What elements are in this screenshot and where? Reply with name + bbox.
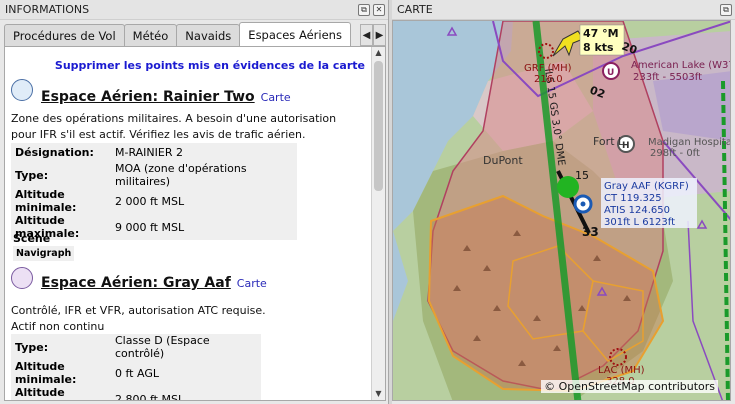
table-row: Altitude maximale: 9 000 ft MSL	[11, 214, 297, 240]
aircraft-heading: 47 °M	[583, 27, 619, 40]
table-row: Type: Classe D (Espace contrôlé)	[11, 334, 261, 360]
row-key: Altitude maximale:	[11, 386, 111, 400]
lac-label: LAC (MH)	[598, 365, 645, 376]
grf-elev: 216.0	[534, 74, 563, 85]
table-row: Désignation: M-RAINIER 2	[11, 143, 297, 162]
scene-value: Navigraph	[13, 246, 75, 261]
vertical-scrollbar[interactable]: ▲ ▼	[371, 47, 385, 400]
grf-label: GRF (MH)	[524, 63, 572, 74]
scene-label: Scène	[13, 232, 51, 245]
row-value: 0 ft AGL	[111, 360, 261, 386]
dupont-label: DuPont	[483, 154, 523, 167]
airspace-map-link[interactable]: Carte	[261, 91, 291, 104]
airspace-circle-icon	[11, 267, 33, 289]
madigan-name: Madigan Hospital (	[648, 137, 731, 148]
table-row: Altitude minimale: 0 ft AGL	[11, 360, 261, 386]
row-value: 2 000 ft MSL	[111, 188, 297, 214]
runway-33-label: 33	[582, 225, 599, 239]
float-panel-button[interactable]: ⧉	[358, 3, 370, 16]
informations-panel: INFORMATIONS ⧉ ✕ Procédures de Vol Météo…	[0, 0, 389, 404]
madigan-info: 298ft - 0ft	[650, 148, 700, 159]
runway-15-label: 15	[575, 169, 589, 182]
carte-panel: CARTE ⧉ ILS 15 GS 3.0° DME 15 33 Gray AA…	[392, 0, 735, 404]
row-key: Altitude minimale:	[11, 188, 111, 214]
gray-aaf-elev: 301ft L 6123ft	[604, 217, 675, 228]
tab-procedures[interactable]: Procédures de Vol	[4, 24, 125, 46]
tab-scroll-arrows: ◀ ▶	[360, 24, 386, 46]
airspace-circle-icon	[11, 79, 33, 101]
airspace-title: Espace Aérien: Gray Aaf	[41, 275, 231, 291]
gray-aaf-ct: CT 119.325	[604, 193, 662, 204]
map-view[interactable]: ILS 15 GS 3.0° DME 15 33 Gray AAF (KGRF)…	[392, 20, 731, 401]
fort-lewis-label: Fort L	[593, 135, 625, 148]
map-copyright: © OpenStreetMap contributors	[541, 380, 718, 393]
float-panel-button[interactable]: ⧉	[720, 3, 732, 16]
tab-scroll-left-icon[interactable]: ◀	[360, 24, 373, 46]
table-row: Altitude maximale:2 800 ft MSL	[11, 386, 261, 400]
info-tabbar: Procédures de Vol Météo Navaids Espaces …	[4, 22, 386, 46]
airspace-description: Contrôlé, IFR et VFR, autorisation ATC r…	[11, 304, 266, 317]
aircraft-speed: 8 kts	[583, 41, 614, 54]
navaid-center	[580, 201, 586, 207]
airspace-description: Zone des opérations militaires. A besoin…	[11, 112, 337, 141]
carte-titlebar: CARTE ⧉	[392, 0, 735, 20]
table-row: Type: MOA (zone d'opérations militaires)	[11, 162, 297, 188]
row-value: Classe D (Espace contrôlé)	[111, 334, 261, 360]
seaplane-glyph: U	[607, 68, 614, 78]
airspace-map-link[interactable]: Carte	[237, 277, 267, 290]
row-value: 9 000 ft MSL	[111, 214, 297, 240]
tab-navaids[interactable]: Navaids	[176, 24, 241, 46]
row-key: Altitude minimale:	[11, 360, 111, 386]
airspace-title: Espace Aérien: Rainier Two	[41, 89, 255, 105]
airspace-content: Supprimer les points mis en évidences de…	[4, 46, 386, 401]
airspace-header-gray-aaf: Espace Aérien: Gray Aaf Carte	[11, 265, 267, 291]
row-key: Type:	[11, 162, 111, 188]
airspace-scroll-area: Supprimer les points mis en évidences de…	[5, 47, 371, 400]
american-lake-name: American Lake (W37)	[631, 60, 731, 71]
tab-meteo[interactable]: Météo	[123, 24, 178, 46]
scrollbar-thumb[interactable]	[374, 61, 383, 191]
tab-scroll-right-icon[interactable]: ▶	[373, 24, 386, 46]
row-value: MOA (zone d'opérations militaires)	[111, 162, 297, 188]
scroll-down-icon[interactable]: ▼	[372, 388, 385, 400]
american-lake-info: 233ft - 5503ft	[633, 72, 702, 83]
airspace-header-rainier: Espace Aérien: Rainier Two Carte	[11, 75, 291, 105]
row-value: M-RAINIER 2	[111, 143, 297, 162]
airspace-status: Actif non continu	[11, 320, 105, 333]
gray-aaf-atis: ATIS 124.650	[604, 205, 670, 216]
map-canvas[interactable]: ILS 15 GS 3.0° DME 15 33 Gray AAF (KGRF)…	[393, 21, 731, 401]
gray-aaf-name: Gray AAF (KGRF)	[604, 181, 689, 192]
close-panel-button[interactable]: ✕	[373, 3, 385, 16]
carte-title: CARTE	[397, 3, 433, 16]
airspace-info-table: Type: Classe D (Espace contrôlé) Altitude…	[11, 334, 261, 400]
informations-title: INFORMATIONS	[5, 3, 90, 16]
row-key: Type:	[11, 334, 111, 360]
informations-titlebar: INFORMATIONS ⧉ ✕	[0, 0, 388, 20]
tab-espaces-aeriens[interactable]: Espaces Aériens	[239, 22, 351, 46]
scroll-up-icon[interactable]: ▲	[372, 47, 385, 59]
remove-highlights-link[interactable]: Supprimer les points mis en évidences de…	[55, 59, 365, 72]
row-key: Désignation:	[11, 143, 111, 162]
airspace-info-table: Désignation: M-RAINIER 2 Type: MOA (zone d…	[11, 143, 297, 240]
table-row: Altitude minimale: 2 000 ft MSL	[11, 188, 297, 214]
row-value: 2 800 ft MSL	[111, 386, 261, 400]
